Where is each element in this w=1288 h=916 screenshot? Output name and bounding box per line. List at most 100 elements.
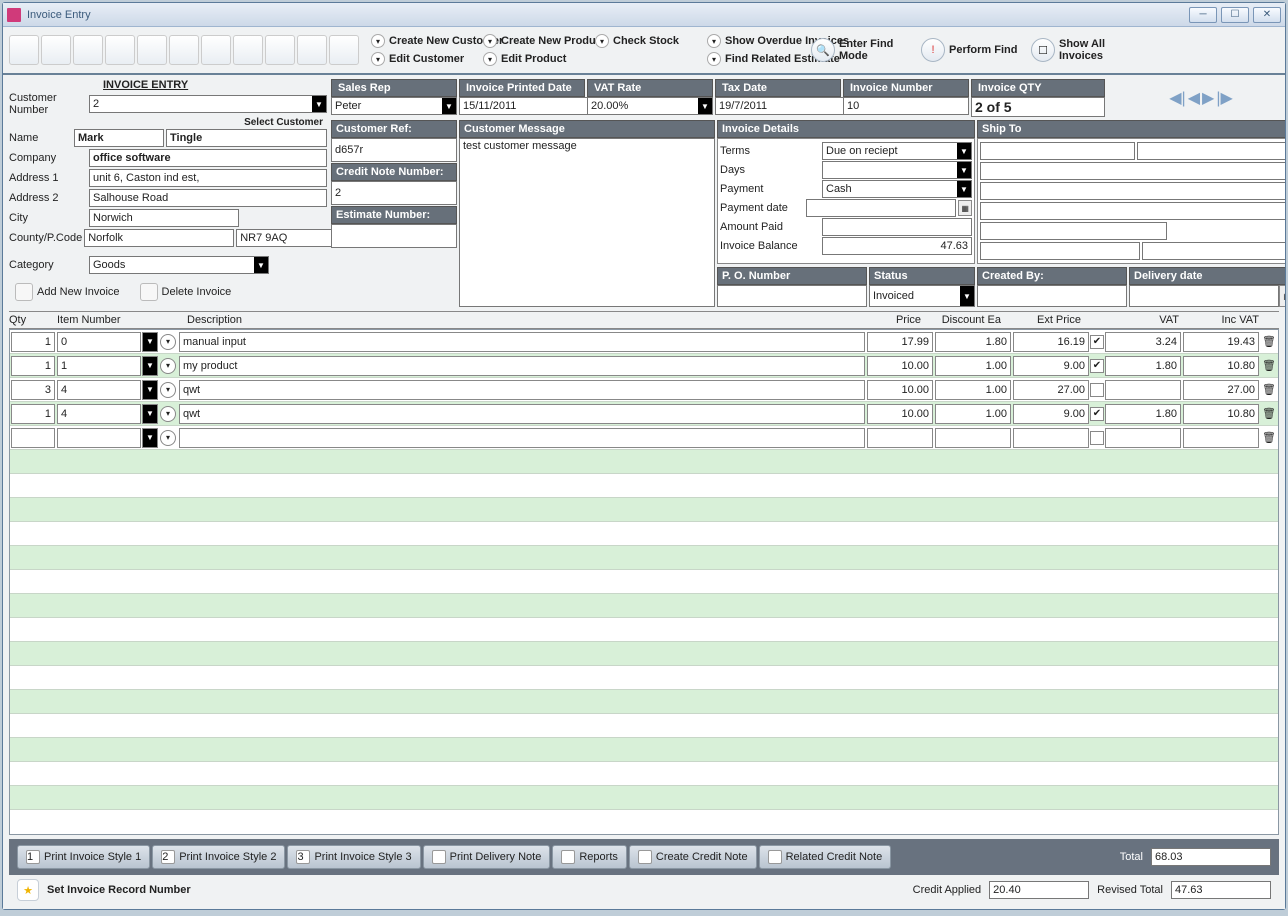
discount-cell[interactable] bbox=[935, 404, 1011, 424]
ship-addr2-input[interactable] bbox=[980, 202, 1285, 220]
discount-cell[interactable] bbox=[935, 332, 1011, 352]
nav-last-icon[interactable]: |▶ bbox=[1216, 88, 1232, 108]
toolbar-icon-4[interactable] bbox=[105, 35, 135, 65]
calendar-icon[interactable]: ▦ bbox=[958, 200, 972, 216]
county-input[interactable] bbox=[84, 229, 234, 247]
perform-find-label[interactable]: Perform Find bbox=[949, 44, 1027, 56]
create-credit-button[interactable]: Create Credit Note bbox=[629, 845, 757, 869]
desc-cell[interactable] bbox=[179, 332, 865, 352]
days-select[interactable]: ▼ bbox=[822, 161, 972, 179]
ship-pcode-input[interactable] bbox=[1142, 242, 1285, 260]
toolbar-icon-1[interactable] bbox=[9, 35, 39, 65]
company-input[interactable] bbox=[89, 149, 327, 167]
toolbar-icon-3[interactable] bbox=[73, 35, 103, 65]
city-input[interactable] bbox=[89, 209, 239, 227]
ship-last-input[interactable] bbox=[1137, 142, 1285, 160]
vat-cell[interactable] bbox=[1105, 404, 1181, 424]
nav-prev-icon[interactable]: ◀ bbox=[1188, 88, 1200, 108]
vat-checkbox[interactable]: ✔ bbox=[1090, 335, 1104, 349]
nav-first-icon[interactable]: ◀| bbox=[1169, 88, 1185, 108]
item-lookup-icon[interactable]: ▾ bbox=[160, 334, 176, 350]
item-cell[interactable] bbox=[57, 428, 141, 448]
payment-date-input[interactable] bbox=[806, 199, 956, 217]
trash-icon[interactable]: 🗑 bbox=[1262, 383, 1276, 397]
vat-cell[interactable] bbox=[1105, 356, 1181, 376]
ship-first-input[interactable] bbox=[980, 142, 1135, 160]
trash-icon[interactable]: 🗑 bbox=[1262, 335, 1276, 349]
price-cell[interactable] bbox=[867, 380, 933, 400]
desc-cell[interactable] bbox=[179, 356, 865, 376]
reports-button[interactable]: Reports bbox=[552, 845, 627, 869]
vat-cell[interactable] bbox=[1105, 332, 1181, 352]
ext-cell[interactable] bbox=[1013, 332, 1089, 352]
item-cell[interactable] bbox=[57, 380, 141, 400]
add-invoice-button[interactable]: Add New Invoice bbox=[9, 281, 126, 303]
qty-cell[interactable] bbox=[11, 332, 55, 352]
toolbar-icon-2[interactable] bbox=[41, 35, 71, 65]
ship-county-input[interactable] bbox=[980, 242, 1140, 260]
terms-select[interactable]: Due on reciept▼ bbox=[822, 142, 972, 160]
set-record-button[interactable]: Set Invoice Record Number bbox=[47, 884, 191, 896]
maximize-button[interactable]: ☐ bbox=[1221, 7, 1249, 23]
first-name-input[interactable] bbox=[74, 129, 164, 147]
cust-ref-input[interactable] bbox=[331, 138, 457, 162]
item-cell[interactable] bbox=[57, 356, 141, 376]
category-select[interactable]: Goods▼ bbox=[89, 256, 269, 274]
vat-checkbox[interactable]: ✔ bbox=[1090, 407, 1104, 421]
ship-city-input[interactable] bbox=[980, 222, 1167, 240]
inc-cell[interactable] bbox=[1183, 332, 1259, 352]
show-all-icon[interactable]: ☐ bbox=[1031, 38, 1055, 62]
overdue-link[interactable]: ▾Show Overdue Invoices bbox=[703, 33, 807, 49]
qty-cell[interactable] bbox=[11, 356, 55, 376]
inc-cell[interactable] bbox=[1183, 404, 1259, 424]
toolbar-icon-11[interactable] bbox=[329, 35, 359, 65]
balance-input[interactable] bbox=[822, 237, 972, 255]
qty-cell[interactable] bbox=[11, 404, 55, 424]
ship-company-input[interactable] bbox=[980, 162, 1285, 180]
print-style3-button[interactable]: 3Print Invoice Style 3 bbox=[287, 845, 420, 869]
vat-checkbox[interactable] bbox=[1090, 383, 1104, 397]
item-lookup-icon[interactable]: ▾ bbox=[160, 382, 176, 398]
find-mode-label[interactable]: Enter Find Mode bbox=[839, 38, 917, 62]
discount-cell[interactable] bbox=[935, 428, 1011, 448]
toolbar-icon-8[interactable] bbox=[233, 35, 263, 65]
item-dropdown[interactable]: ▼ bbox=[142, 356, 158, 376]
price-cell[interactable] bbox=[867, 428, 933, 448]
trash-icon[interactable]: 🗑 bbox=[1262, 407, 1276, 421]
perform-find-icon[interactable]: ! bbox=[921, 38, 945, 62]
ext-cell[interactable] bbox=[1013, 380, 1089, 400]
edit-customer-link[interactable]: ▾Edit Customer bbox=[367, 51, 471, 67]
close-button[interactable]: ✕ bbox=[1253, 7, 1281, 23]
price-cell[interactable] bbox=[867, 404, 933, 424]
item-lookup-icon[interactable]: ▾ bbox=[160, 358, 176, 374]
print-style2-button[interactable]: 2Print Invoice Style 2 bbox=[152, 845, 285, 869]
print-style1-button[interactable]: 1Print Invoice Style 1 bbox=[17, 845, 150, 869]
delivery-date-input[interactable] bbox=[1129, 285, 1279, 307]
item-lookup-icon[interactable]: ▾ bbox=[160, 430, 176, 446]
desc-cell[interactable] bbox=[179, 404, 865, 424]
star-icon[interactable]: ★ bbox=[17, 879, 39, 901]
qty-cell[interactable] bbox=[11, 428, 55, 448]
created-input[interactable] bbox=[977, 285, 1127, 307]
toolbar-icon-9[interactable] bbox=[265, 35, 295, 65]
vat-checkbox[interactable] bbox=[1090, 431, 1104, 445]
vat-checkbox[interactable]: ✔ bbox=[1090, 359, 1104, 373]
last-name-input[interactable] bbox=[166, 129, 327, 147]
related-credit-button[interactable]: Related Credit Note bbox=[759, 845, 892, 869]
trash-icon[interactable]: 🗑 bbox=[1262, 359, 1276, 373]
show-all-label[interactable]: Show All Invoices bbox=[1059, 38, 1137, 62]
payment-select[interactable]: Cash▼ bbox=[822, 180, 972, 198]
item-dropdown[interactable]: ▼ bbox=[142, 332, 158, 352]
revised-total-input[interactable] bbox=[1171, 881, 1271, 899]
toolbar-icon-10[interactable] bbox=[297, 35, 327, 65]
addr1-input[interactable] bbox=[89, 169, 327, 187]
toolbar-icon-6[interactable] bbox=[169, 35, 199, 65]
find-mode-icon[interactable]: 🔍 bbox=[811, 38, 835, 62]
amount-input[interactable] bbox=[822, 218, 972, 236]
vat-rate-select[interactable]: 20.00%▼ bbox=[587, 97, 713, 115]
ext-cell[interactable] bbox=[1013, 428, 1089, 448]
credit-applied-input[interactable] bbox=[989, 881, 1089, 899]
inc-cell[interactable] bbox=[1183, 428, 1259, 448]
estimate-input[interactable] bbox=[331, 224, 457, 248]
item-dropdown[interactable]: ▼ bbox=[142, 380, 158, 400]
